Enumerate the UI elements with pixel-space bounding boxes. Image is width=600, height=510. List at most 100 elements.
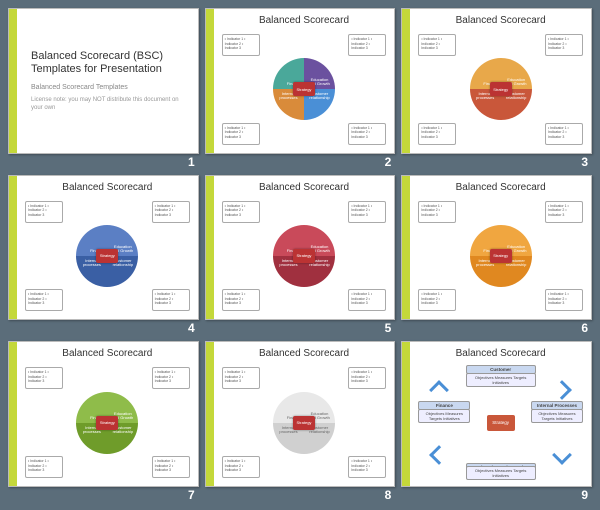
pie-chart: Finance Education and Growth Internal pr… xyxy=(273,392,335,454)
slide-number: 9 xyxy=(401,487,592,502)
indicator-box-tr: • Indicator 1 • Indicator 2 • Indicator … xyxy=(348,367,386,389)
accent-bar xyxy=(9,176,17,320)
center-strategy: Strategy xyxy=(293,249,315,263)
bsc-diagram: • Indicator 1 • Indicator 2 • Indicator … xyxy=(416,197,585,316)
indicator-box-bl: • Indicator 1 • Indicator 2 • Indicator … xyxy=(222,456,260,478)
indicator-box-tl: • Indicator 1 • Indicator 2 • Indicator … xyxy=(222,367,260,389)
slide-number: 7 xyxy=(8,487,199,502)
pie-chart: Finance Education and Growth Internal pr… xyxy=(273,225,335,287)
pie-chart: Finance Education and Growth Internal pr… xyxy=(470,225,532,287)
indicator-box-tr: • Indicator 1 • Indicator 2 • Indicator … xyxy=(545,34,583,56)
indicator-box-br: • Indicator 1 • Indicator 2 • Indicator … xyxy=(348,123,386,145)
indicator-box-br: • Indicator 1 • Indicator 2 • Indicator … xyxy=(545,123,583,145)
slide-7[interactable]: Balanced Scorecard • Indicator 1 • Indic… xyxy=(8,341,199,502)
slide-1[interactable]: Balanced Scorecard (BSC) Templates for P… xyxy=(8,8,199,169)
slide-body: Balanced Scorecard (BSC) Templates for P… xyxy=(17,9,198,153)
slide-9[interactable]: Balanced Scorecard Customer Objectives M… xyxy=(401,341,592,502)
indicator-box-br: • Indicator 1 • Indicator 2 • Indicator … xyxy=(545,289,583,311)
slide-canvas: Balanced Scorecard • Indicator 1 • Indic… xyxy=(401,8,592,154)
slide-title: Balanced Scorecard xyxy=(62,182,152,193)
slide-number: 6 xyxy=(401,320,592,335)
title-main: Balanced Scorecard (BSC) Templates for P… xyxy=(31,50,184,76)
indicator-box-tl: • Indicator 1 • Indicator 2 • Indicator … xyxy=(222,34,260,56)
center-strategy: Strategy xyxy=(96,416,118,430)
slide-3[interactable]: Balanced Scorecard • Indicator 1 • Indic… xyxy=(401,8,592,169)
bsc-diagram: • Indicator 1 • Indicator 2 • Indicator … xyxy=(220,197,389,316)
slide-canvas: Balanced Scorecard (BSC) Templates for P… xyxy=(8,8,199,154)
pie-chart: Finance Education and Growth Internal pr… xyxy=(76,225,138,287)
slide-title: Balanced Scorecard xyxy=(456,182,546,193)
arrow-icon xyxy=(552,380,572,400)
slide-body: Balanced Scorecard • Indicator 1 • Indic… xyxy=(410,9,591,153)
indicator-box-tr: • Indicator 1 • Indicator 2 • Indicator … xyxy=(545,201,583,223)
indicator-box-tr: • Indicator 1 • Indicator 2 • Indicator … xyxy=(348,34,386,56)
slide-body: Balanced Scorecard • Indicator 1 • Indic… xyxy=(214,342,395,486)
indicator-box-tl: • Indicator 1 • Indicator 2 • Indicator … xyxy=(418,201,456,223)
accent-bar xyxy=(9,9,17,153)
indicator-box-br: • Indicator 1 • Indicator 2 • Indicator … xyxy=(348,456,386,478)
slide-body: Balanced Scorecard • Indicator 1 • Indic… xyxy=(17,342,198,486)
bsc-diagram: • Indicator 1 • Indicator 2 • Indicator … xyxy=(220,363,389,482)
slide-canvas: Balanced Scorecard • Indicator 1 • Indic… xyxy=(205,8,396,154)
accent-bar xyxy=(206,342,214,486)
slide-2[interactable]: Balanced Scorecard • Indicator 1 • Indic… xyxy=(205,8,396,169)
flow-bottom-cells: Objectives Measures Targets Initiatives xyxy=(466,466,536,480)
slide-title: Balanced Scorecard xyxy=(62,348,152,359)
center-strategy: Strategy xyxy=(490,249,512,263)
slide-title: Balanced Scorecard xyxy=(259,348,349,359)
flow-left-cells: Objectives Measures Targets Initiatives xyxy=(418,409,470,423)
indicator-box-bl: • Indicator 1 • Indicator 2 • Indicator … xyxy=(418,289,456,311)
center-strategy: Strategy xyxy=(490,82,512,96)
slide-title: Balanced Scorecard xyxy=(259,182,349,193)
title-sub: Balanced Scorecard Templates xyxy=(31,84,128,91)
slide-8[interactable]: Balanced Scorecard • Indicator 1 • Indic… xyxy=(205,341,396,502)
indicator-box-bl: • Indicator 1 • Indicator 2 • Indicator … xyxy=(25,289,63,311)
indicator-box-tl: • Indicator 1 • Indicator 2 • Indicator … xyxy=(418,34,456,56)
indicator-box-tl: • Indicator 1 • Indicator 2 • Indicator … xyxy=(222,201,260,223)
slide-canvas: Balanced Scorecard • Indicator 1 • Indic… xyxy=(205,341,396,487)
center-strategy: Strategy xyxy=(293,82,315,96)
slide-body: Balanced Scorecard Customer Objectives M… xyxy=(410,342,591,486)
slide-5[interactable]: Balanced Scorecard • Indicator 1 • Indic… xyxy=(205,175,396,336)
slide-number: 3 xyxy=(401,154,592,169)
bsc-diagram: • Indicator 1 • Indicator 2 • Indicator … xyxy=(23,197,192,316)
slide-title: Balanced Scorecard xyxy=(456,15,546,26)
slide-body: Balanced Scorecard • Indicator 1 • Indic… xyxy=(17,176,198,320)
slide-body: Balanced Scorecard • Indicator 1 • Indic… xyxy=(214,176,395,320)
slide-canvas: Balanced Scorecard • Indicator 1 • Indic… xyxy=(8,175,199,321)
indicator-box-br: • Indicator 1 • Indicator 2 • Indicator … xyxy=(348,289,386,311)
flow-center-strategy: Strategy xyxy=(487,415,515,431)
arrow-icon xyxy=(429,445,449,465)
slide-number: 5 xyxy=(205,320,396,335)
indicator-box-br: • Indicator 1 • Indicator 2 • Indicator … xyxy=(152,289,190,311)
indicator-box-tr: • Indicator 1 • Indicator 2 • Indicator … xyxy=(348,201,386,223)
accent-bar xyxy=(206,176,214,320)
accent-bar xyxy=(402,342,410,486)
pie-chart: Finance Education and Growth Internal pr… xyxy=(470,58,532,120)
slide-number: 4 xyxy=(8,320,199,335)
center-strategy: Strategy xyxy=(96,249,118,263)
slide-title: Balanced Scorecard xyxy=(259,15,349,26)
arrow-icon xyxy=(429,380,449,400)
accent-bar xyxy=(402,176,410,320)
pie-chart: Finance Education and Growth Internal pr… xyxy=(76,392,138,454)
slide-4[interactable]: Balanced Scorecard • Indicator 1 • Indic… xyxy=(8,175,199,336)
center-strategy: Strategy xyxy=(293,416,315,430)
accent-bar xyxy=(206,9,214,153)
bsc-diagram: • Indicator 1 • Indicator 2 • Indicator … xyxy=(220,30,389,149)
slide-canvas: Balanced Scorecard • Indicator 1 • Indic… xyxy=(401,175,592,321)
flow-top-cells: Objectives Measures Targets Initiatives xyxy=(466,373,536,387)
flow-diagram: Customer Objectives Measures Targets Ini… xyxy=(416,363,585,482)
slide-6[interactable]: Balanced Scorecard • Indicator 1 • Indic… xyxy=(401,175,592,336)
slide-number: 2 xyxy=(205,154,396,169)
indicator-box-br: • Indicator 1 • Indicator 2 • Indicator … xyxy=(152,456,190,478)
indicator-box-bl: • Indicator 1 • Indicator 2 • Indicator … xyxy=(418,123,456,145)
slide-canvas: Balanced Scorecard • Indicator 1 • Indic… xyxy=(8,341,199,487)
bsc-diagram: • Indicator 1 • Indicator 2 • Indicator … xyxy=(416,30,585,149)
indicator-box-tl: • Indicator 1 • Indicator 2 • Indicator … xyxy=(25,201,63,223)
title-note: License note: you may NOT distribute thi… xyxy=(31,97,184,111)
slide-body: Balanced Scorecard • Indicator 1 • Indic… xyxy=(410,176,591,320)
indicator-box-bl: • Indicator 1 • Indicator 2 • Indicator … xyxy=(25,456,63,478)
indicator-box-bl: • Indicator 1 • Indicator 2 • Indicator … xyxy=(222,289,260,311)
arrow-icon xyxy=(552,445,572,465)
